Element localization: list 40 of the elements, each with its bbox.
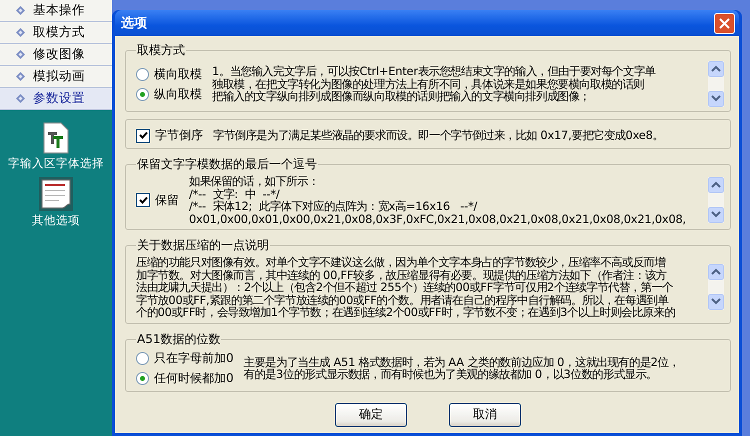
checkbox-option[interactable]: 字节倒序: [136, 127, 203, 144]
radio-option[interactable]: 任何时候都加0: [136, 370, 234, 386]
group-title: 取模方式: [136, 42, 186, 59]
dialog-button[interactable]: 取消: [449, 402, 521, 426]
description-text: 主要是为了当生成 A51 格式数据时，若为 AA 之类的数前边应加 0，这就出现有的是2位， 有的是3位的形式显示数据，而有时候也为了美观的缘故都加 0，以3位数的形式显示。: [244, 356, 680, 380]
radio-icon[interactable]: [136, 372, 149, 384]
diamond-icon: [16, 72, 25, 81]
scrollbar-drawing[interactable]: [708, 264, 724, 310]
dialog-button[interactable]: 确定: [335, 402, 407, 426]
group-title: 保留文字字模数据的最后一个逗号: [136, 156, 318, 173]
checkbox[interactable]: [136, 128, 150, 142]
group-title: A51数据的位数: [136, 330, 222, 348]
diamond-icon: [16, 50, 25, 59]
icon-label[interactable]: 字输入区字体选择: [8, 156, 104, 171]
close-icon[interactable]: [719, 18, 730, 28]
description-text: 字节倒序是为了满足某些液晶的要求而设。即一个字节倒过来，比如 0x17,要把它变成0xe8。: [213, 129, 664, 142]
diamond-icon: [16, 6, 25, 15]
diamond-icon: [16, 28, 25, 37]
radio-option[interactable]: 只在字母前加0: [136, 350, 234, 366]
description-text: 如果保留的话，如下所示： /*-- 文字: 中 --*/ /*-- 宋体12; 此字体下对应的点阵为：宽x高=16x16 --*/ 0x01,0x00,0x01,0x00,0x21,0x08,0x3F,0xFC,0x21,0x08,0x21,0x08,0x21,0x08,0x21,0x08,: [189, 175, 687, 225]
description-text: 1。当您输入完文字后，可以按Ctrl+Enter表示您想结束文字的输入，但由于要对每个文字单 独取模，在把文字转化为图像的处理方法上有所不同，具体说来是如果您要横向取模的话则 把输入的文字纵向排列成图像而纵向取模的话则把输入的文字横向排列成图像；: [212, 65, 656, 103]
note-icon[interactable]: [39, 177, 73, 211]
description-text: 压缩的功能只对图像有效。对单个文字不建议这么做，因为单个文字本身占的字节数较少，压缩率不高或反而增 加字节数。对大图像而言，其中连续的 00,FF较多，故压缩显得有必要。现提供的压缩方法如下（作者注：该方 法由龙啸九天提出）：2个以上（包含2个但不超过 255个）连续的00或FF字节可仅用2个连续字节代替，第一个 字节放00或FF,紧跟的第二个字节放连续的00或FF的个数。用者请在自己的程序中自行解码。所以，在每遇到单 个的00或FF时，会导致增加1个字节数；在遇到连续2个00或FF时，字节数不变；在遇到3个以上时则会比原来的: [136, 256, 676, 318]
close-button[interactable]: [714, 12, 735, 34]
radio-icon[interactable]: [136, 88, 149, 100]
diamond-icon: [16, 94, 25, 103]
sidebar-item[interactable]: 取模方式: [0, 22, 112, 44]
radio-option[interactable]: 横向取模: [136, 66, 202, 82]
sidebar-item[interactable]: 参数设置: [0, 88, 112, 110]
font-file-icon[interactable]: [43, 122, 69, 154]
scrollbar-drawing[interactable]: [708, 61, 724, 107]
radio-option[interactable]: 纵向取模: [136, 86, 202, 102]
checkbox-option[interactable]: 保留: [136, 192, 179, 208]
window-title: 选项: [121, 15, 147, 32]
radio-icon[interactable]: [136, 68, 149, 80]
checkbox[interactable]: [136, 193, 150, 207]
icon-label[interactable]: 其他选项: [32, 213, 80, 228]
radio-icon[interactable]: [136, 352, 149, 364]
group-title: 关于数据压缩的一点说明: [136, 237, 270, 254]
scrollbar-drawing[interactable]: [708, 177, 724, 223]
